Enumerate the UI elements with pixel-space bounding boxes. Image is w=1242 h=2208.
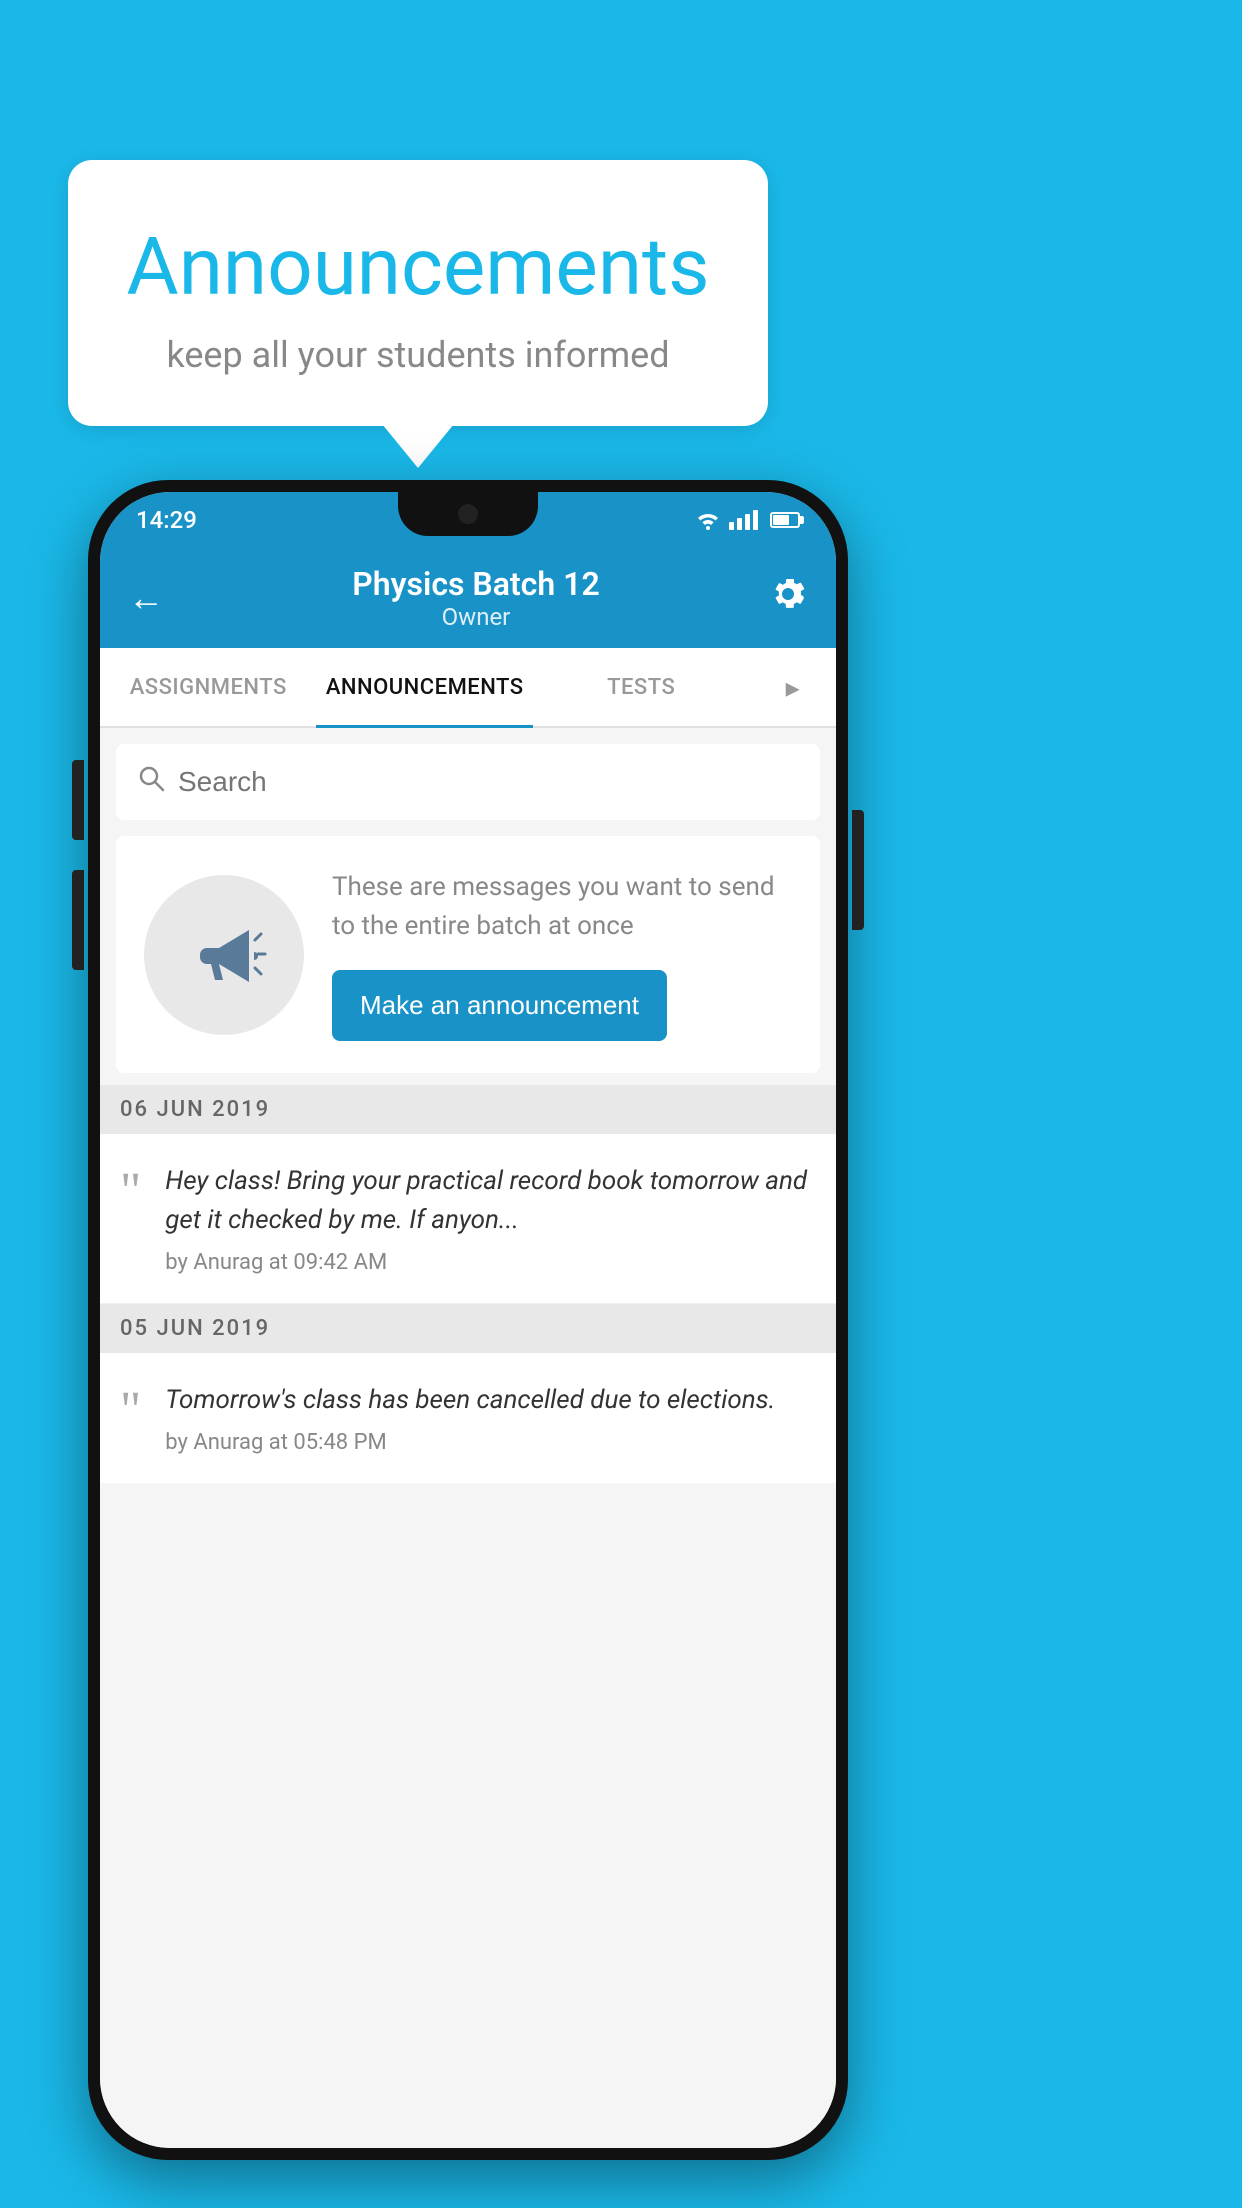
announcement-meta-2: by Anurag at 05:48 PM (165, 1430, 816, 1455)
announcement-item-2[interactable]: " Tomorrow's class has been cancelled du… (100, 1353, 836, 1483)
announcement-empty-right: These are messages you want to send to t… (332, 868, 792, 1041)
app-bar-subtitle: Owner (184, 603, 768, 631)
make-announcement-button[interactable]: Make an announcement (332, 970, 667, 1041)
date-separator-2: 05 JUN 2019 (100, 1304, 836, 1353)
status-bar: 14:29 (100, 492, 836, 548)
power-button (852, 810, 864, 930)
back-button[interactable]: ← (128, 577, 164, 619)
bubble-subtitle: keep all your students informed (118, 334, 718, 376)
search-bar[interactable] (116, 744, 820, 820)
announcement-meta-1: by Anurag at 09:42 AM (165, 1250, 816, 1275)
tabs-bar: ASSIGNMENTS ANNOUNCEMENTS TESTS ▸ (100, 648, 836, 728)
speech-bubble-container: Announcements keep all your students inf… (68, 160, 768, 426)
status-time: 14:29 (136, 506, 197, 534)
tab-announcements[interactable]: ANNOUNCEMENTS (316, 648, 532, 726)
camera (458, 504, 478, 524)
speech-bubble: Announcements keep all your students inf… (68, 160, 768, 426)
battery-icon (770, 512, 800, 528)
announcement-text-2: Tomorrow's class has been cancelled due … (165, 1381, 816, 1455)
wifi-icon (695, 510, 721, 530)
announcement-body-1: Hey class! Bring your practical record b… (165, 1162, 816, 1240)
tab-tests[interactable]: TESTS (533, 648, 749, 726)
announcement-text-1: Hey class! Bring your practical record b… (165, 1162, 816, 1275)
content-area: These are messages you want to send to t… (100, 728, 836, 2148)
app-bar-title-area: Physics Batch 12 Owner (184, 565, 768, 631)
announcement-empty-state: These are messages you want to send to t… (116, 836, 820, 1073)
search-input[interactable] (178, 766, 800, 798)
notch (398, 492, 538, 536)
signal-icon (729, 510, 758, 530)
volume-button (72, 870, 84, 970)
app-bar-title: Physics Batch 12 (184, 565, 768, 603)
settings-button[interactable] (768, 574, 808, 623)
phone-frame: 14:29 (88, 480, 848, 2160)
status-icons (695, 510, 800, 530)
quote-icon-2: " (120, 1385, 141, 1437)
app-bar: ← Physics Batch 12 Owner (100, 548, 836, 648)
megaphone-circle (144, 875, 304, 1035)
phone-screen: 14:29 (100, 492, 836, 2148)
tab-more[interactable]: ▸ (749, 648, 836, 726)
announcement-body-2: Tomorrow's class has been cancelled due … (165, 1381, 816, 1420)
bubble-title: Announcements (118, 220, 718, 314)
empty-description: These are messages you want to send to t… (332, 868, 792, 946)
announcement-item-1[interactable]: " Hey class! Bring your practical record… (100, 1134, 836, 1304)
date-separator-1: 06 JUN 2019 (100, 1085, 836, 1134)
search-icon (136, 763, 166, 801)
megaphone-icon (179, 910, 269, 1000)
tab-assignments[interactable]: ASSIGNMENTS (100, 648, 316, 726)
quote-icon-1: " (120, 1166, 141, 1218)
